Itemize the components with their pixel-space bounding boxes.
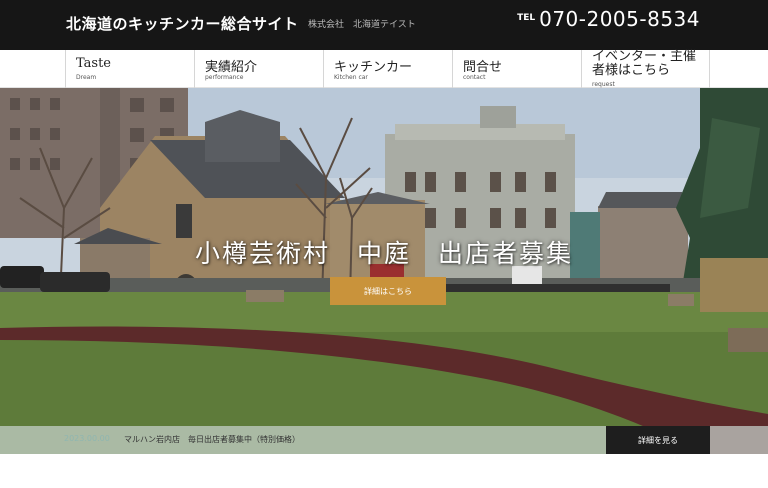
news-ticker: 2023.00.00 マルハン岩内店 毎日出店者募集中（特別価格） 詳細を見る	[0, 426, 768, 454]
nav-item-sublabel: contact	[463, 74, 486, 81]
nav-item-label: 問合せ	[463, 60, 503, 75]
nav-item-kitchen-car[interactable]: キッチンカー Kitchen car	[323, 50, 452, 88]
company-name: 株式会社 北海道テイスト	[308, 20, 416, 30]
nav-item-taste[interactable]: Taste Dream	[65, 50, 194, 88]
nav-item-label: キッチンカー	[334, 60, 413, 75]
nav-item-label: Taste	[76, 56, 112, 71]
nav-item-request[interactable]: イベンター・主催者様はこちら request	[581, 50, 710, 88]
hero-banner: 小樽芸術村 中庭 出店者募集 詳細はこちら	[0, 88, 768, 454]
nav-item-label: イベンター・主催者様はこちら	[592, 49, 697, 78]
site-header: 北海道のキッチンカー総合サイト 株式会社 北海道テイスト TEL 070-2005…	[0, 0, 768, 50]
hero-photo	[0, 88, 768, 454]
nav-item-sublabel: Dream	[76, 74, 97, 81]
site-title[interactable]: 北海道のキッチンカー総合サイト	[66, 13, 299, 34]
ticker-headline[interactable]: マルハン岩内店 毎日出店者募集中（特別価格）	[124, 434, 300, 445]
ticker-date: 2023.00.00	[64, 434, 110, 443]
nav-item-sublabel: performance	[205, 74, 244, 81]
nav-item-sublabel: request	[592, 81, 615, 88]
hero-details-button[interactable]: 詳細はこちら	[330, 277, 446, 305]
nav-item-performance[interactable]: 実績紹介 performance	[194, 50, 323, 88]
main-nav: Taste Dream 実績紹介 performance キッチンカー Kitc…	[0, 50, 768, 88]
hero-headline: 小樽芸術村 中庭 出店者募集	[194, 239, 573, 268]
ticker-more-button[interactable]: 詳細を見る	[606, 426, 710, 454]
tel-label: TEL	[517, 13, 536, 23]
nav-item-sublabel: Kitchen car	[334, 74, 368, 81]
phone-contact[interactable]: TEL 070-2005-8534	[517, 7, 700, 31]
nav-item-label: 実績紹介	[205, 60, 258, 75]
nav-item-contact[interactable]: 問合せ contact	[452, 50, 581, 88]
tel-number[interactable]: 070-2005-8534	[539, 7, 700, 31]
